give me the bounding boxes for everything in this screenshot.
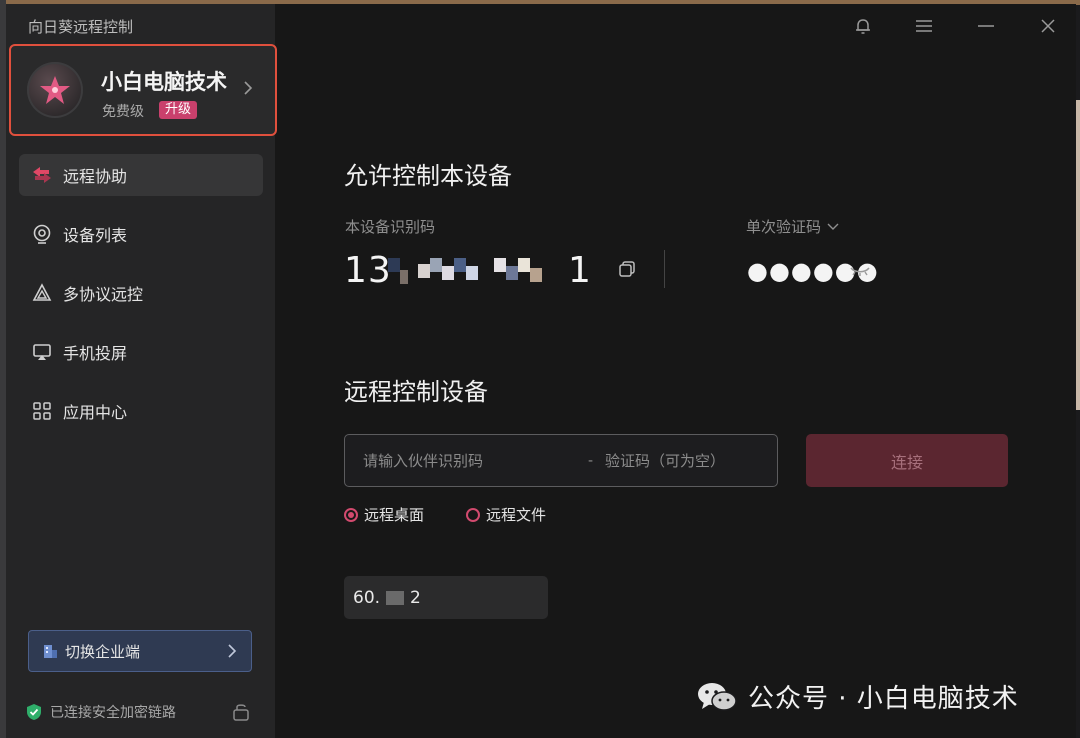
device-id-value: 13: [344, 250, 392, 291]
eye-closed-icon: [850, 267, 870, 276]
avatar: [27, 62, 83, 118]
input-separator: -: [587, 452, 593, 469]
plan-label: 免费级: [102, 104, 144, 120]
chevron-right-icon: [228, 644, 237, 658]
close-icon: [1041, 19, 1055, 33]
radio-remote-file[interactable]: 远程文件: [466, 504, 546, 525]
sidebar-nav: 远程协助 设备列表 多协议远控 手机投屏 应用中心: [19, 154, 263, 449]
divider: [664, 250, 665, 288]
recent-connection-prefix: 60.: [353, 587, 381, 608]
device-id-label: 本设备识别码: [345, 218, 436, 236]
device-id-suffix: 1: [568, 250, 592, 291]
sidebar-item-remote-assist[interactable]: 远程协助: [19, 154, 263, 196]
recent-connection-mosaic: [386, 590, 405, 605]
device-id-prefix: 13: [344, 250, 392, 291]
minimize-icon: [978, 25, 994, 27]
secure-status-label: 已连接安全加密链路: [50, 705, 176, 721]
sidebar-item-screen-cast[interactable]: 手机投屏: [19, 331, 263, 373]
watermark: 公众号 · 小白电脑技术: [696, 678, 1019, 715]
bell-icon: [856, 19, 870, 34]
app-grid-icon: [31, 400, 53, 422]
verify-type-label: 单次验证码: [746, 218, 822, 236]
sidebar-item-label: 远程协助: [63, 167, 128, 186]
chevron-down-icon: [827, 223, 839, 230]
sidebar-item-label: 设备列表: [63, 226, 128, 245]
recent-connection-suffix: 2: [410, 587, 421, 608]
connect-button[interactable]: 连接: [806, 434, 1008, 487]
upgrade-badge[interactable]: 升级: [159, 101, 198, 119]
radio-unselected-indicator: [466, 507, 480, 522]
notification-bell-button[interactable]: [849, 14, 877, 38]
screen-cast-icon: [31, 341, 53, 363]
swap-arrows-icon: [31, 164, 53, 186]
remote-control-title: 远程控制设备: [344, 378, 488, 406]
radio-label: 远程桌面: [364, 506, 425, 524]
sidebar-item-label: 应用中心: [63, 403, 128, 422]
profile-name: 小白电脑技术: [101, 70, 227, 94]
chevron-right-icon: [244, 81, 253, 95]
copy-icon: [619, 261, 635, 277]
secure-status: 已连接安全加密链路: [26, 702, 176, 722]
sidebar-item-label: 多协议远控: [63, 285, 144, 304]
partner-input-group: -: [344, 434, 778, 487]
switch-enterprise-label: 切换企业端: [65, 642, 141, 661]
switch-enterprise-button[interactable]: 切换企业端: [28, 630, 252, 672]
sidebar-item-app-center[interactable]: 应用中心: [19, 390, 263, 432]
profile-card[interactable]: 小白电脑技术 免费级 升级: [9, 44, 277, 136]
wechat-logo-icon: [698, 682, 737, 711]
sidebar-item-multi-protocol[interactable]: 多协议远控: [19, 272, 263, 314]
radio-remote-desktop[interactable]: 远程桌面: [344, 504, 424, 525]
radio-selected-indicator: [344, 507, 358, 522]
shield-check-icon: [27, 704, 41, 720]
device-list-icon: [31, 223, 53, 245]
partner-id-input[interactable]: [361, 450, 572, 471]
device-id-mosaic: [388, 256, 542, 284]
allow-control-title: 允许控制本设备: [344, 162, 512, 190]
toggle-visibility-button[interactable]: [849, 262, 871, 281]
app-window: 向日葵远程控制 小白电脑技术 免费级 升级 远程协助 设备列表 多协议远控 手机…: [6, 4, 1076, 738]
watermark-text: 公众号 · 小白电脑技术: [748, 684, 1019, 714]
menu-button[interactable]: [910, 14, 938, 38]
radio-label: 远程文件: [486, 506, 547, 524]
copy-device-id-button[interactable]: [618, 260, 636, 282]
lock-button[interactable]: [232, 702, 250, 726]
star-avatar-icon: [40, 76, 70, 104]
multi-protocol-icon: [31, 282, 53, 304]
menu-icon: [916, 20, 932, 32]
verify-type-dropdown[interactable]: 单次验证码: [746, 216, 839, 237]
sidebar: 向日葵远程控制 小白电脑技术 免费级 升级 远程协助 设备列表 多协议远控 手机…: [6, 4, 277, 738]
close-button[interactable]: [1034, 14, 1062, 38]
sidebar-item-label: 手机投屏: [63, 344, 128, 363]
lock-icon: [233, 704, 249, 721]
verify-code-input[interactable]: [603, 450, 777, 471]
recent-connection-chip[interactable]: 60. 2: [344, 576, 548, 619]
sidebar-item-device-list[interactable]: 设备列表: [19, 213, 263, 255]
building-icon: [44, 645, 57, 658]
app-title: 向日葵远程控制: [28, 18, 134, 36]
minimize-button[interactable]: [972, 14, 1000, 38]
